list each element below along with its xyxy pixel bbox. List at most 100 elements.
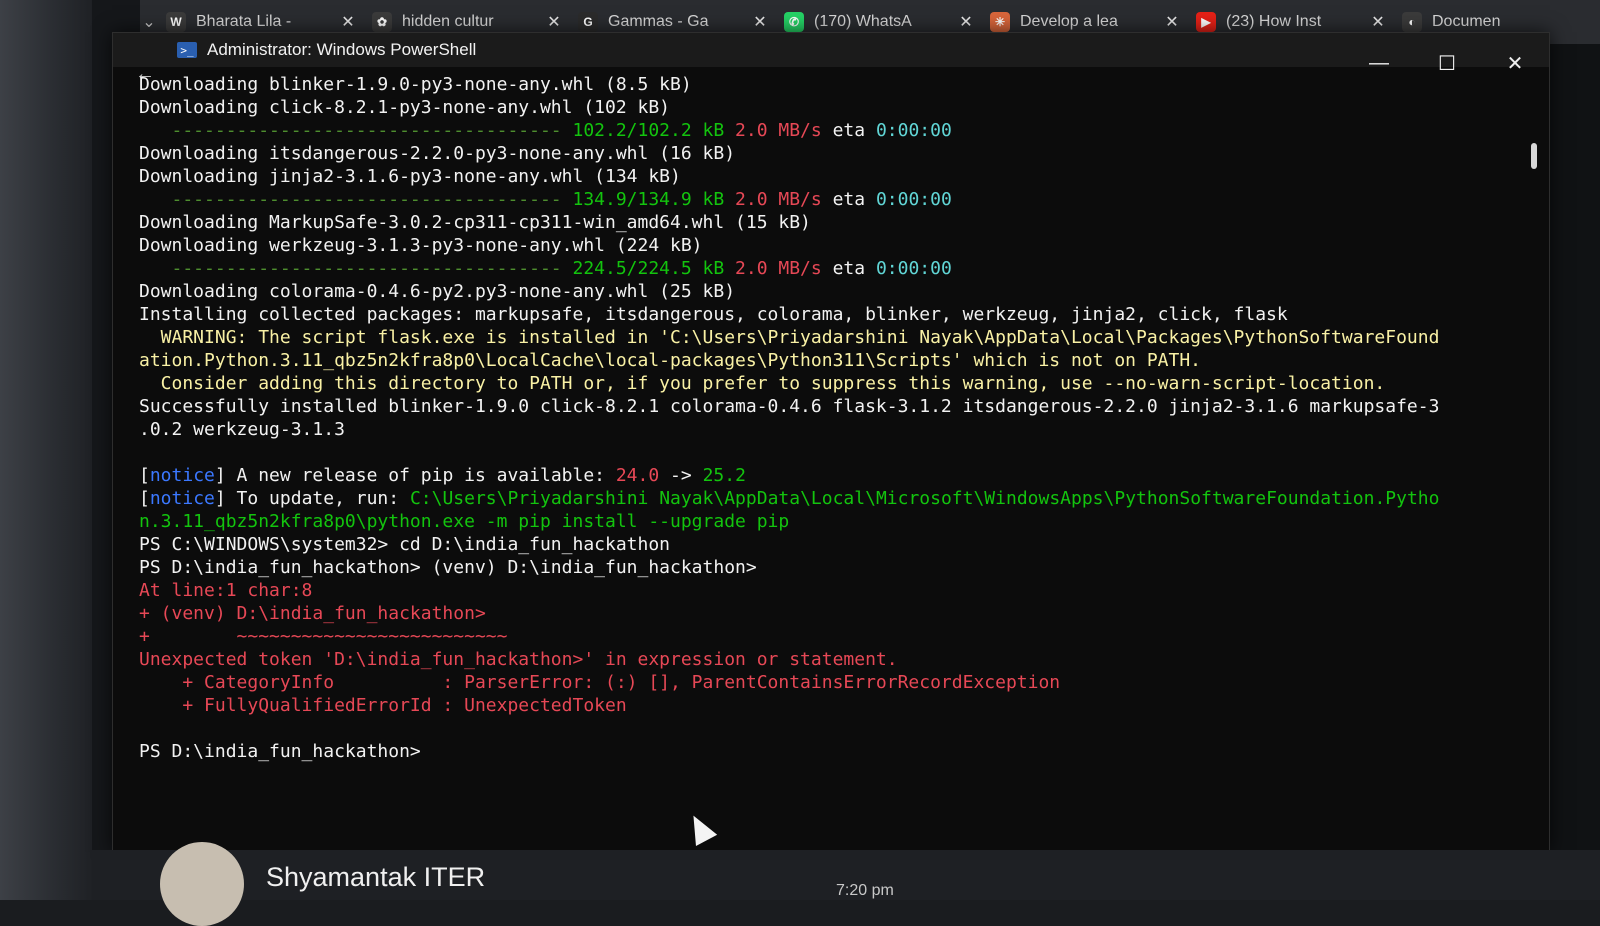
terminal-line: Downloading click-8.2.1-py3-none-any.whl… [139,96,1509,119]
terminal-text-segment: Unexpected token 'D:\india_fun_hackathon… [139,649,898,670]
tab-favicon-icon: W [166,12,186,32]
tab-label: Develop a lea [1020,13,1118,30]
powershell-icon: >_ [177,42,197,58]
terminal-text-segment: C:\Users\Priyadarshini Nayak\AppData\Loc… [409,488,1440,509]
terminal-text-segment: PS C:\WINDOWS\system32> cd D:\india_fun_… [139,534,671,555]
laptop-bezel [0,0,92,900]
terminal-text-segment: Downloading click-8.2.1-py3-none-any.whl… [139,97,671,118]
terminal-text-segment: 0:00:00 [875,258,952,279]
tab-favicon-icon: ▶ [1196,12,1216,32]
terminal-line: Downloading colorama-0.4.6-py2.py3-none-… [139,280,1509,303]
tab-close-icon[interactable]: ✕ [340,12,356,32]
terminal-text-segment: + FullyQualifiedErrorId : UnexpectedToke… [139,695,627,716]
tab-label: (23) How Inst [1226,13,1322,30]
terminal-text-segment: 2.0 MB/s [724,258,822,279]
terminal-text-segment: Downloading werkzeug-3.1.3-py3-none-any.… [139,235,703,256]
powershell-window[interactable]: >_ Administrator: Windows PowerShell — ☐… [112,32,1550,852]
terminal-line: Successfully installed blinker-1.9.0 cli… [139,395,1509,418]
tab-label: hidden cultur [402,13,494,30]
terminal-text-segment: 0:00:00 [875,189,952,210]
terminal-line: PS D:\india_fun_hackathon> [139,740,1509,763]
terminal-line: [notice] A new release of pip is availab… [139,464,1509,487]
terminal-text-segment: notice [149,465,215,486]
avatar[interactable] [160,842,244,926]
terminal-text-segment: 102.2/102.2 kB [572,120,725,141]
terminal-text-segment: ] A new release of pip is available: [214,465,616,486]
terminal-line: PS C:\WINDOWS\system32> cd D:\india_fun_… [139,533,1509,556]
terminal-text-segment: Installing collected packages: markupsaf… [139,304,1288,325]
terminal-text-segment: eta [821,258,876,279]
tab-close-icon[interactable]: ✕ [958,12,974,32]
terminal-line: + (venv) D:\india_fun_hackathon> [139,602,1509,625]
terminal-text-segment: 0:00:00 [875,120,952,141]
terminal-line: Downloading jinja2-3.1.6-py3-none-any.wh… [139,165,1509,188]
tab-favicon-icon: ◐ [1402,12,1422,32]
tab-close-icon[interactable]: ✕ [546,12,562,32]
tab-favicon-icon: ✆ [784,12,804,32]
terminal-line: n.3.11_qbz5n2kfra8p0\python.exe -m pip i… [139,510,1509,533]
tab-label: (170) WhatsA [814,13,912,30]
terminal-text-segment: Downloading blinker-1.9.0-py3-none-any.w… [139,74,692,95]
terminal-text-segment: Downloading itsdangerous-2.2.0-py3-none-… [139,143,736,164]
tab-label: Bharata Lila - [196,13,292,30]
terminal-text-segment: 24.0 [615,465,660,486]
terminal-text-segment: n.3.11_qbz5n2kfra8p0\python.exe -m pip i… [139,511,790,532]
tab-label: Documen [1432,13,1501,30]
terminal-line: + CategoryInfo : ParserError: (:) [], Pa… [139,671,1509,694]
terminal-line: ------------------------------------ 102… [139,119,1509,142]
terminal-text-segment: Downloading jinja2-3.1.6-py3-none-any.wh… [139,166,681,187]
terminal-scrollbar[interactable] [1531,143,1537,169]
terminal-output[interactable]: Downloading blinker-1.9.0-py3-none-any.w… [139,73,1509,811]
terminal-text-segment: 25.2 [702,465,746,486]
terminal-text-segment: eta [821,189,876,210]
terminal-text-segment: .0.2 werkzeug-3.1.3 [139,419,345,440]
terminal-text-segment: [ [139,465,150,486]
contact-name[interactable]: Shyamantak ITER [266,862,485,893]
terminal-text-segment: + CategoryInfo : ParserError: (:) [], Pa… [139,672,1061,693]
terminal-line: + FullyQualifiedErrorId : UnexpectedToke… [139,694,1509,717]
tab-close-icon[interactable]: ✕ [1164,12,1180,32]
tab-favicon-icon: G [578,12,598,32]
terminal-text-segment: Downloading colorama-0.4.6-py2.py3-none-… [139,281,736,302]
message-time: 7:20 pm [836,882,894,899]
terminal-line: Consider adding this directory to PATH o… [139,372,1509,395]
terminal-text-segment: -> [659,465,703,486]
terminal-line: ------------------------------------ 134… [139,188,1509,211]
terminal-text-segment: PS D:\india_fun_hackathon> (venv) D:\ind… [139,557,757,578]
terminal-text-segment: Successfully installed blinker-1.9.0 cli… [139,396,1440,417]
terminal-text-segment: 134.9/134.9 kB [572,189,725,210]
window-title: Administrator: Windows PowerShell [207,40,477,59]
tab-close-icon[interactable]: ✕ [1370,12,1386,32]
terminal-line: PS D:\india_fun_hackathon> (venv) D:\ind… [139,556,1509,579]
terminal-text-segment: notice [149,488,215,509]
terminal-line: Installing collected packages: markupsaf… [139,303,1509,326]
terminal-line: At line:1 char:8 [139,579,1509,602]
terminal-text-segment: 224.5/224.5 kB [572,258,725,279]
terminal-line: + ~~~~~~~~~~~~~~~~~~~~~~~~~ [139,625,1509,648]
terminal-line: Downloading MarkupSafe-3.0.2-cp311-cp311… [139,211,1509,234]
tab-close-icon[interactable]: ✕ [752,12,768,32]
terminal-text-segment: PS D:\india_fun_hackathon> [139,741,421,762]
terminal-text-segment: WARNING: The script flask.exe is install… [139,327,1440,348]
terminal-text-segment: Downloading MarkupSafe-3.0.2-cp311-cp311… [139,212,811,233]
terminal-line: [notice] To update, run: C:\Users\Priyad… [139,487,1509,510]
terminal-line: ation.Python.3.11_qbz5n2kfra8p0\LocalCac… [139,349,1509,372]
terminal-line: Downloading blinker-1.9.0-py3-none-any.w… [139,73,1509,96]
window-titlebar[interactable]: >_ Administrator: Windows PowerShell — ☐… [113,33,1549,75]
terminal-line: Downloading itsdangerous-2.2.0-py3-none-… [139,142,1509,165]
terminal-text-segment: ------------------------------------ [139,189,573,210]
terminal-text-segment: 2.0 MB/s [724,120,822,141]
terminal-text-segment: + (venv) D:\india_fun_hackathon> [139,603,486,624]
terminal-text-segment: [ [139,488,150,509]
tab-label: Gammas - Ga [608,13,709,30]
terminal-line: Downloading werkzeug-3.1.3-py3-none-any.… [139,234,1509,257]
terminal-line: ------------------------------------ 224… [139,257,1509,280]
terminal-text-segment: ------------------------------------ [139,258,573,279]
terminal-line: WARNING: The script flask.exe is install… [139,326,1509,349]
terminal-text-segment: At line:1 char:8 [139,580,313,601]
terminal-line: .0.2 werkzeug-3.1.3 [139,418,1509,441]
terminal-text-segment: Consider adding this directory to PATH o… [139,373,1386,394]
terminal-text-segment: + ~~~~~~~~~~~~~~~~~~~~~~~~~ [139,626,508,647]
